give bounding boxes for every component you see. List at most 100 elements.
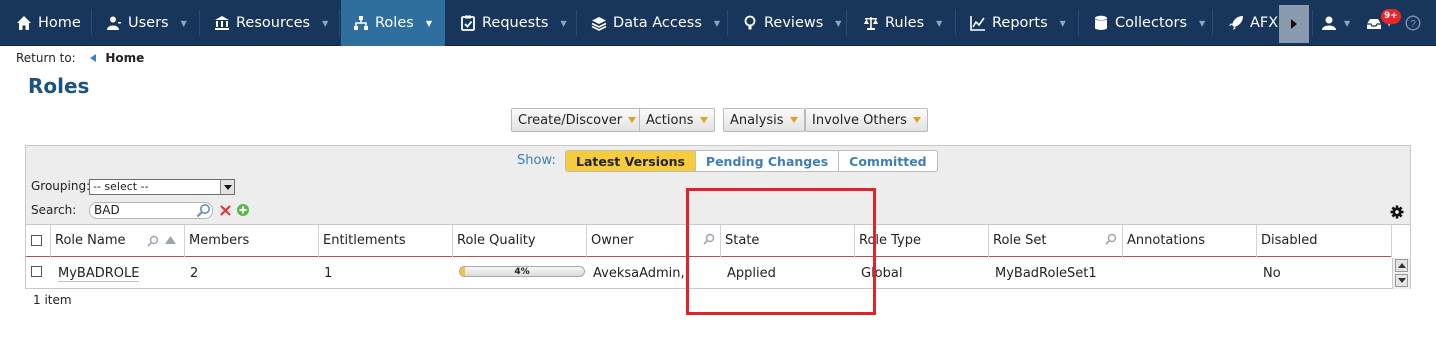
nav-rules[interactable]: Rules ▼ bbox=[863, 0, 942, 46]
column-header-annotations[interactable]: Annotations bbox=[1123, 225, 1257, 257]
nav-home-label: Home bbox=[38, 15, 81, 31]
actions-button[interactable]: Actions bbox=[639, 108, 715, 132]
nav-divider bbox=[1212, 10, 1213, 36]
chevron-down-icon: ▼ bbox=[425, 18, 432, 28]
search-icon[interactable] bbox=[196, 203, 211, 218]
nav-requests-label: Requests bbox=[482, 15, 549, 31]
nav-divider bbox=[1312, 10, 1313, 36]
search-label: Search: bbox=[31, 203, 77, 217]
chevron-down-icon: ▼ bbox=[180, 18, 187, 28]
dropdown-arrow-icon bbox=[789, 117, 798, 123]
row-checkbox[interactable] bbox=[31, 266, 42, 277]
rules-icon bbox=[864, 17, 878, 30]
tab-pending-changes[interactable]: Pending Changes bbox=[695, 151, 840, 171]
nav-requests[interactable]: Requests ▼ bbox=[460, 0, 567, 46]
nav-divider bbox=[1078, 10, 1079, 36]
chevron-down-icon: ▼ bbox=[936, 18, 943, 28]
reviews-icon bbox=[744, 15, 756, 30]
column-header-role-quality[interactable]: Role Quality bbox=[453, 225, 587, 257]
create-discover-label: Create/Discover bbox=[518, 112, 623, 128]
chevron-down-icon: ▼ bbox=[835, 18, 842, 28]
notification-badge: 9+ bbox=[1381, 9, 1401, 24]
column-label: Role Set bbox=[993, 233, 1047, 248]
nav-data-access[interactable]: Data Access ▼ bbox=[591, 0, 720, 46]
help-button[interactable]: ? bbox=[1405, 0, 1421, 46]
breadcrumb-home-link[interactable]: Home bbox=[105, 51, 144, 65]
cell-role-quality: 4% bbox=[453, 258, 587, 289]
create-discover-button[interactable]: Create/Discover bbox=[511, 108, 644, 132]
role-name-link[interactable]: MyBADROLE bbox=[58, 266, 140, 282]
data-access-icon bbox=[591, 17, 607, 31]
cell-disabled: No bbox=[1263, 266, 1281, 281]
involve-others-button[interactable]: Involve Others bbox=[805, 108, 928, 132]
breadcrumb: Return to: Home bbox=[16, 51, 144, 65]
scroll-up-icon[interactable] bbox=[1395, 259, 1408, 272]
reports-icon bbox=[970, 16, 985, 31]
chevron-down-icon: ▼ bbox=[1199, 18, 1206, 28]
cell-entitlements: 1 bbox=[324, 266, 333, 281]
clear-search-icon[interactable] bbox=[219, 204, 232, 217]
chevron-down-icon: ▼ bbox=[1059, 18, 1066, 28]
nav-divider bbox=[91, 10, 92, 36]
actions-label: Actions bbox=[646, 112, 694, 128]
help-icon: ? bbox=[1405, 15, 1421, 31]
nav-divider bbox=[727, 10, 728, 36]
column-header-members[interactable]: Members bbox=[185, 225, 319, 257]
nav-divider bbox=[576, 10, 577, 36]
search-value: BAD bbox=[94, 203, 120, 217]
roles-icon bbox=[354, 16, 368, 30]
column-header-entitlements[interactable]: Entitlements bbox=[319, 225, 453, 257]
nav-rules-label: Rules bbox=[885, 15, 925, 31]
collectors-icon bbox=[1095, 15, 1107, 30]
chevron-down-icon: ▼ bbox=[713, 18, 721, 28]
nav-scroll-right-button[interactable] bbox=[1279, 5, 1309, 43]
column-label: Owner bbox=[591, 233, 634, 248]
scroll-down-icon[interactable] bbox=[1395, 274, 1408, 287]
nav-divider bbox=[955, 10, 956, 36]
cell-role-name[interactable]: MyBADROLE bbox=[53, 258, 183, 289]
chevron-down-icon: ▼ bbox=[1344, 18, 1351, 28]
dropdown-arrow-icon bbox=[628, 117, 637, 123]
grouping-select[interactable]: -- select -- bbox=[89, 179, 235, 195]
chevron-down-icon: ▼ bbox=[560, 18, 567, 28]
column-header-role-name[interactable]: Role Name bbox=[51, 225, 185, 257]
nav-resources-label: Resources bbox=[236, 15, 311, 31]
nav-reports[interactable]: Reports ▼ bbox=[970, 0, 1066, 46]
vertical-scrollbar[interactable] bbox=[1392, 258, 1410, 289]
column-filter-icon[interactable] bbox=[147, 235, 159, 247]
nav-reviews[interactable]: Reviews ▼ bbox=[742, 0, 841, 46]
nav-afx[interactable]: AFX bbox=[1228, 0, 1278, 46]
sort-ascending-icon[interactable] bbox=[165, 236, 176, 244]
chevron-down-icon: ▼ bbox=[322, 18, 329, 28]
svg-text:?: ? bbox=[1410, 19, 1416, 30]
nav-resources[interactable]: Resources ▼ bbox=[214, 0, 328, 46]
analysis-button[interactable]: Analysis bbox=[723, 108, 805, 132]
dropdown-arrow-icon bbox=[699, 117, 708, 123]
tab-committed[interactable]: Committed bbox=[839, 151, 937, 171]
cell-role-type: Global bbox=[861, 266, 903, 281]
nav-users[interactable]: Users ▼ bbox=[106, 0, 187, 46]
grouping-value: -- select -- bbox=[93, 180, 149, 193]
select-all-cell bbox=[26, 225, 51, 257]
select-all-checkbox[interactable] bbox=[31, 235, 42, 246]
role-quality-text: 4% bbox=[514, 267, 530, 277]
nav-collectors[interactable]: Collectors ▼ bbox=[1093, 0, 1205, 46]
user-menu[interactable]: ▼ bbox=[1321, 0, 1350, 46]
cell-members: 2 bbox=[190, 266, 199, 281]
column-header-role-set[interactable]: Role Set bbox=[989, 225, 1123, 257]
column-label: Role Name bbox=[55, 233, 126, 248]
version-filter-tabs: Latest Versions Pending Changes Committe… bbox=[565, 150, 938, 172]
column-filter-icon[interactable] bbox=[1105, 233, 1117, 245]
resources-icon bbox=[215, 16, 229, 30]
add-filter-icon[interactable] bbox=[236, 203, 250, 217]
breadcrumb-prefix: Return to: bbox=[16, 51, 76, 65]
inbox-icon bbox=[1367, 19, 1381, 29]
nav-home[interactable]: Home bbox=[16, 0, 81, 46]
nav-data-access-label: Data Access bbox=[613, 15, 702, 31]
users-icon bbox=[107, 16, 121, 30]
gear-icon[interactable] bbox=[1390, 205, 1404, 219]
column-header-disabled[interactable]: Disabled bbox=[1257, 225, 1392, 257]
search-input[interactable]: BAD bbox=[89, 202, 213, 219]
tab-latest-versions[interactable]: Latest Versions bbox=[566, 151, 696, 171]
nav-roles[interactable]: Roles ▼ bbox=[341, 0, 445, 46]
